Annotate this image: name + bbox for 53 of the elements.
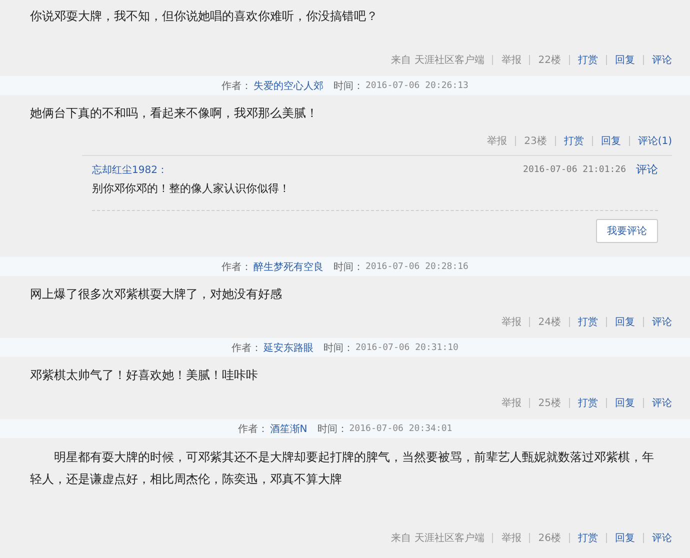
author-link[interactable]: 延安东路眼 [264,340,314,354]
footer-text: 26楼 [538,532,561,545]
comment-button[interactable]: 我要评论 [596,219,658,243]
post-time: 2016-07-06 20:28:16 [366,262,468,272]
post-text: 明星都有耍大牌的时候，可邓紫其还不是大牌却要起打牌的脾气，当然要被骂，前辈艺人甄妮就数落过邓紫棋，年轻人，还是谦虚点好，相比周杰伦，陈奕迅，邓真不算大牌 [30,449,655,488]
footer-link[interactable]: 回复 [600,134,621,148]
footer-link[interactable]: 评论(1) [638,134,672,148]
author-label: 作者： [222,80,252,92]
post-text: 邓紫棋太帅气了！好喜欢她！美腻！哇咔咔 [30,367,259,384]
comment-time: 2016-07-06 21:01:26 [523,164,626,174]
author-link[interactable]: 酒笙渐N [270,422,308,436]
post-time: 2016-07-06 20:26:13 [366,80,468,90]
time-label: 时间： [334,80,364,92]
footer-text: 23楼 [524,134,547,148]
footer-link[interactable]: 打赏 [578,531,598,545]
author-label: 作者： [238,422,268,436]
footer-text: 来自 天涯社区客户端 [391,54,484,67]
footer-text: 25楼 [538,396,561,410]
author-label: 作者： [232,342,262,354]
footer-link[interactable]: 打赏 [564,134,584,148]
footer-link[interactable]: 评论 [652,315,672,329]
comment-text: 别你邓你邓的！整的像人家认识你似得！ [92,181,658,211]
time-label: 时间： [324,342,354,354]
footer-link[interactable]: 回复 [615,396,635,410]
post-time: 2016-07-06 20:34:01 [349,424,452,434]
post-time: 2016-07-06 20:31:10 [356,342,458,352]
time-label: 时间： [334,260,364,274]
footer-link[interactable]: 回复 [615,53,635,67]
post-text: 她俩台下真的不和吗，看起来不像啊，我邓那么美腻！ [30,105,319,122]
footer-text: 24楼 [538,316,561,329]
footer-link[interactable]: 回复 [615,531,635,545]
author-link[interactable]: 醉生梦死有空良 [254,260,324,274]
footer-link[interactable]: 打赏 [578,53,598,67]
footer-text: 来自 天涯社区客户端 [391,532,484,545]
comment-link[interactable]: 评论 [636,162,658,177]
author-link[interactable]: 失爱的空心人郊 [254,78,324,92]
footer-link[interactable]: 回复 [615,315,635,329]
footer-link[interactable]: 打赏 [578,396,598,410]
commenter-link[interactable]: 忘却红尘1982： [92,162,524,176]
footer-text: 举报 [501,54,522,67]
footer-text: 举报 [501,532,522,545]
footer-text: 22楼 [538,54,561,67]
footer-text: 举报 [487,134,508,148]
post-text: 你说邓耍大牌，我不知，但你说她唱的喜欢你难听，你没搞错吧？ [30,8,379,25]
footer-link[interactable]: 评论 [652,53,672,67]
footer-link[interactable]: 打赏 [578,315,598,329]
footer-text: 举报 [501,396,522,410]
footer-link[interactable]: 评论 [652,396,672,410]
time-label: 时间： [317,422,348,436]
post-text: 网上爆了很多次邓紫棋耍大牌了，对她没有好感 [30,286,283,303]
footer-text: 举报 [501,316,522,329]
footer-link[interactable]: 评论 [652,531,672,545]
author-label: 作者： [222,260,252,274]
